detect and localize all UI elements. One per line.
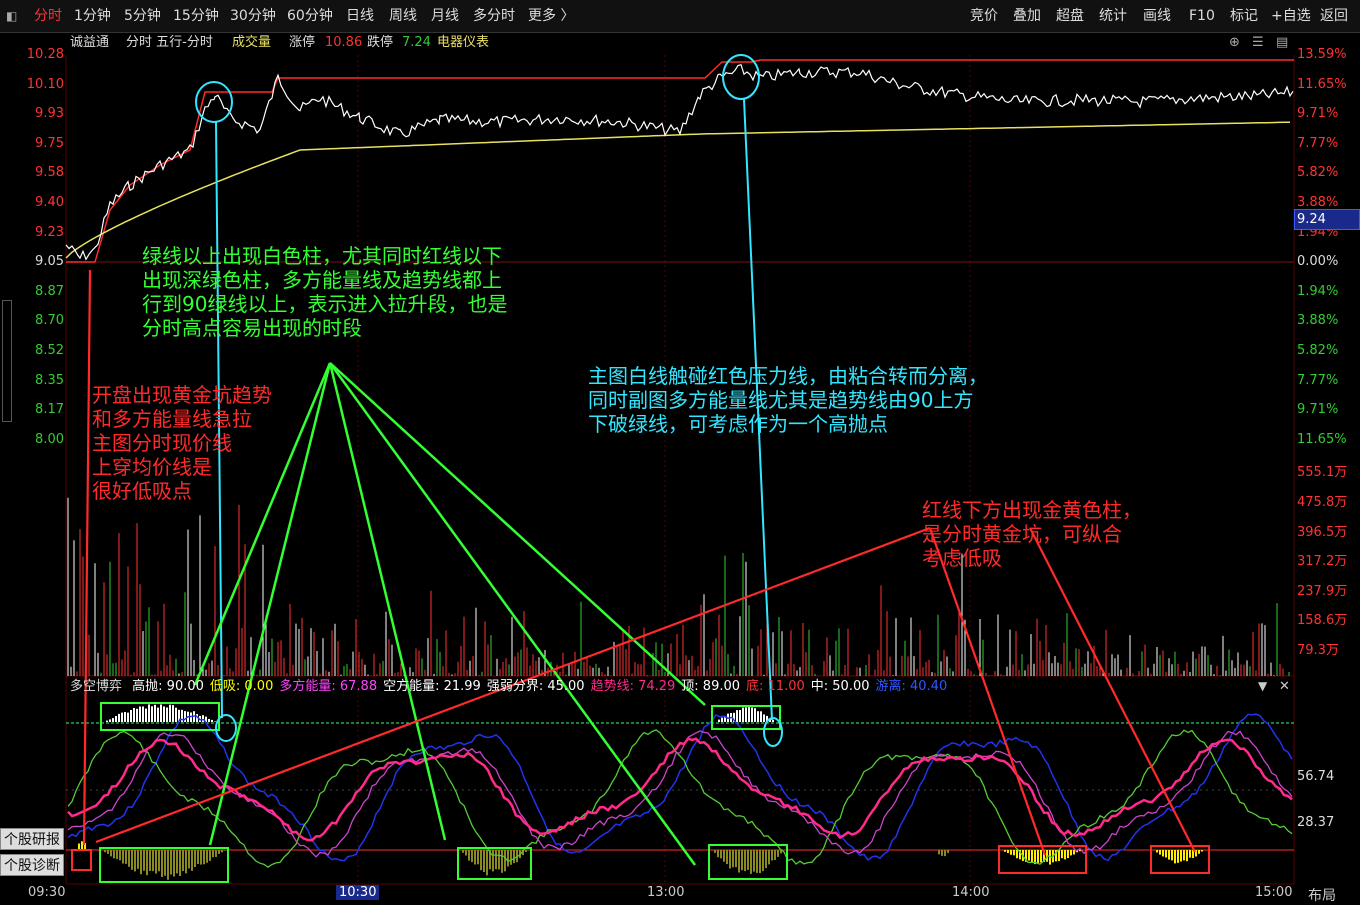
right-axis-label: 158.6万 [1297,613,1348,629]
indicator-value: 底: 11.00 [746,679,805,694]
left-axis-label: 8.00 [35,431,64,447]
dropdown-icon[interactable]: ▼ [1258,679,1267,693]
average-price-line [65,121,1291,259]
right-axis-label: 7.77% [1297,135,1339,151]
bull-energy-line [67,730,1293,858]
annotation-rising-phase: 绿线以上出现白色柱，尤其同时红线以下 出现深绿色柱，多方能量线及趋势线都上 行到… [142,244,508,340]
indicator-value: 多方能量: 67.88 [279,679,378,694]
sub-axis-high: 56.74 [1297,769,1335,784]
right-axis-label: 317.2万 [1297,554,1348,570]
last-price-tag: 9.24 [1294,209,1360,230]
right-axis-label: 237.9万 [1297,583,1348,599]
indicator-value: 低吸: 0.00 [209,679,274,694]
right-axis-label: 555.1万 [1297,465,1348,481]
left-axis-label: 8.87 [35,283,64,299]
indicator-value: 游离: 40.40 [875,679,948,694]
circle-high-1 [195,81,233,123]
stock-research-button[interactable]: 个股研报 [0,828,64,850]
left-axis-label: 10.10 [26,76,64,92]
stock-diagnosis-button[interactable]: 个股诊断 [0,854,64,876]
indicator-name: 多空博弈 [70,679,123,694]
time-0930: 09:30 [28,885,66,900]
left-axis-label: 9.40 [35,195,64,210]
right-axis-label: 396.5万 [1297,524,1348,540]
resistance-line [66,59,1294,263]
box-gold-pit-open [71,849,92,871]
left-axis-label: 9.93 [35,106,64,122]
price-line [65,63,1294,261]
right-axis-label: 1.94% [1297,283,1339,299]
right-axis-label: 9.71% [1297,106,1339,122]
bear-energy-line [67,729,1293,868]
time-1300: 13:00 [647,885,685,900]
indicator-value: 强弱分界: 45.00 [486,679,585,694]
right-axis-label: 13.59% [1297,47,1347,62]
indicator-value: 中: 50.00 [810,679,870,694]
time-1030: 10:30 [336,885,380,900]
time-1500: 15:00 [1255,885,1293,900]
left-axis-label: 9.23 [35,224,64,240]
left-axis-label: 9.05 [35,254,64,270]
left-axis-label: 10.28 [26,47,64,62]
circle-sub-2 [763,717,783,747]
indicator-value: 空方能量: 21.99 [383,679,481,694]
sub-axis-low: 28.37 [1297,815,1335,830]
right-axis-label: 7.77% [1297,372,1339,388]
right-axis-label: 0.00% [1297,254,1339,270]
right-axis-label: 3.88% [1297,195,1339,210]
right-axis-label: 9.71% [1297,402,1339,418]
trend-line [67,737,1293,842]
indicator-value: 趋势线: 74.29 [590,679,676,694]
left-axis-label: 9.58 [35,165,64,181]
right-axis-label: 475.8万 [1297,495,1348,510]
indicator-header: 多空博弈 高抛: 90.00 低吸: 0.00 多方能量: 67.88 空方能量: 2… [70,676,953,698]
annotation-open-gold-pit: 开盘出现黄金坑趋势 和多方能量线急拉 主图分时现价线 上穿均价线是 很好低吸点 [92,383,272,503]
close-icon[interactable]: ✕ [1279,679,1290,694]
right-axis-label: 5.82% [1297,343,1339,358]
right-axis-label: 3.88% [1297,313,1339,329]
time-1400: 14:00 [952,885,990,900]
annotation-high-sell: 主图白线触碰红色压力线，由粘合转而分离， 同时副图多方能量线尤其是趋势线由90上… [588,364,988,436]
right-axis-label: 5.82% [1297,165,1339,181]
layout-button[interactable]: 布局 [1308,885,1336,905]
indicator-value: 高抛: 90.00 [132,679,204,694]
indicator-value: 顶: 89.00 [681,679,741,694]
scroll-handle[interactable] [2,300,12,422]
right-axis-label: 11.65% [1297,431,1347,447]
annotation-gold-pit: 红线下方出现金黄色柱， 是分时黄金坑，可纵合 考虑低吸 [922,498,1142,570]
left-axis-label: 9.75 [35,135,64,151]
right-axis-label: 11.65% [1297,76,1347,92]
right-axis-label: 79.3万 [1297,643,1339,658]
